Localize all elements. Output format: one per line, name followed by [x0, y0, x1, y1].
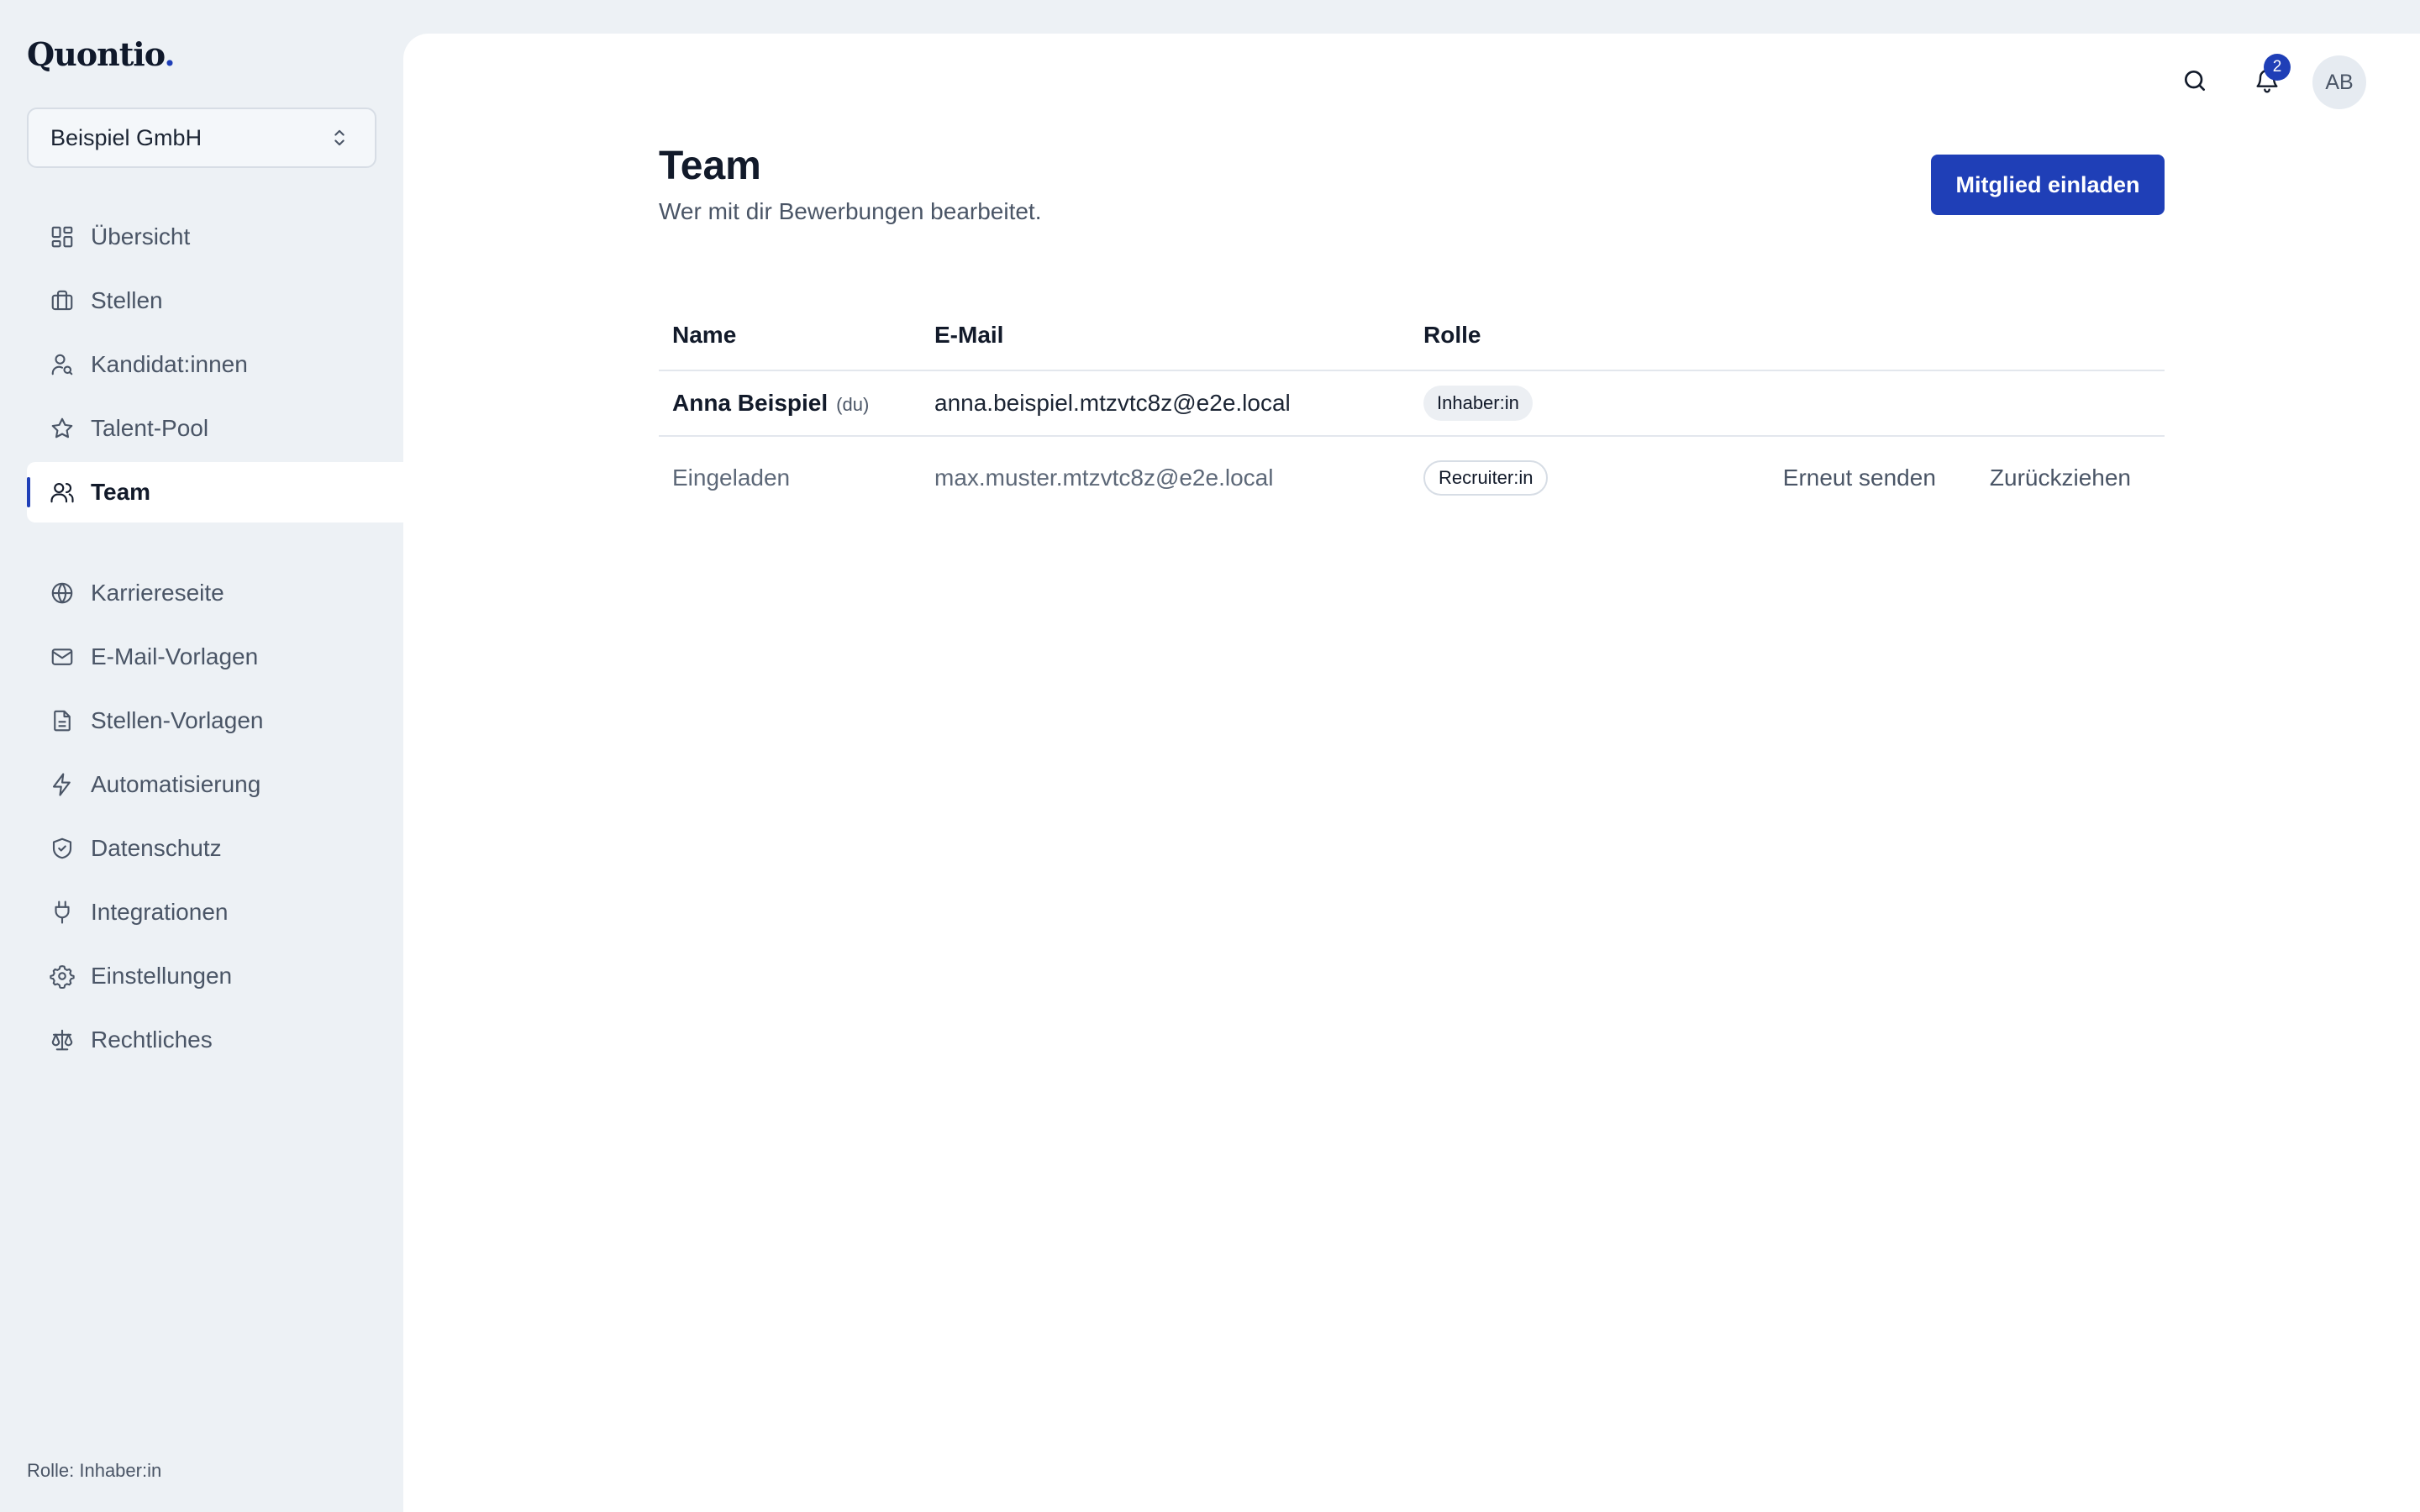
member-email: anna.beispiel.mtzvtc8z@e2e.local	[934, 390, 1291, 416]
sidebar-item-label: Team	[91, 479, 151, 505]
role-badge: Recruiter:in	[1423, 460, 1549, 496]
sidebar-item-email-vorlagen[interactable]: E-Mail-Vorlagen	[27, 627, 403, 687]
org-selector-value: Beispiel GmbH	[50, 124, 203, 150]
sidebar-item-label: Integrationen	[91, 899, 229, 925]
sidebar-item-einstellungen[interactable]: Einstellungen	[27, 946, 403, 1006]
sidebar-item-label: Kandidat:innen	[91, 351, 248, 377]
users-icon	[47, 477, 77, 507]
sidebar-item-label: Automatisierung	[91, 771, 261, 797]
plug-icon	[47, 897, 77, 927]
star-icon	[47, 413, 77, 444]
sidebar-item-label: Stellen-Vorlagen	[91, 707, 264, 733]
sidebar-item-label: E-Mail-Vorlagen	[91, 643, 259, 669]
role-badge: Inhaber:in	[1423, 386, 1533, 421]
invite-role-cell: Recruiter:in	[1423, 460, 1760, 496]
notifications-button[interactable]: 2	[2242, 54, 2292, 106]
notification-count-badge: 2	[2264, 54, 2291, 81]
sidebar-item-team[interactable]: Team	[27, 462, 403, 522]
page-title: Team	[659, 144, 761, 188]
document-icon	[47, 706, 77, 736]
member-name-cell: Anna Beispiel (du)	[659, 390, 934, 417]
user-avatar[interactable]: AB	[2312, 55, 2366, 109]
sidebar-item-uebersicht[interactable]: Übersicht	[27, 207, 403, 267]
briefcase-icon	[47, 286, 77, 316]
invite-member-button[interactable]: Mitglied einladen	[1931, 155, 2165, 215]
table-row: Eingeladen max.muster.mtzvtc8z@e2e.local…	[659, 437, 2165, 519]
invite-email: max.muster.mtzvtc8z@e2e.local	[934, 465, 1274, 491]
sidebar-nav-secondary: Karriereseite E-Mail-Vorlagen Stellen-Vo…	[27, 563, 403, 1074]
table-row: Anna Beispiel (du) anna.beispiel.mtzvtc8z…	[659, 371, 2165, 437]
search-icon	[2185, 71, 2205, 91]
sidebar-item-stellen-vorlagen[interactable]: Stellen-Vorlagen	[27, 690, 403, 751]
invite-status: Eingeladen	[672, 465, 791, 491]
table-header: Name E-Mail Rolle	[659, 301, 2165, 371]
sidebar-item-label: Karriereseite	[91, 580, 224, 606]
member-role-cell: Inhaber:in	[1423, 386, 1760, 421]
page-subtitle: Wer mit dir Bewerbungen bearbeitet.	[659, 198, 1042, 224]
column-header-email[interactable]: E-Mail	[934, 322, 1423, 349]
sidebar-item-label: Datenschutz	[91, 835, 222, 861]
sidebar-role-indicator: Rolle: Inhaber:in	[27, 1460, 162, 1481]
dashboard-grid-icon	[47, 222, 77, 252]
main-content: 2 AB Team Wer mit dir Bewerbungen bearbe…	[403, 34, 2420, 1512]
sidebar-item-label: Übersicht	[91, 223, 191, 249]
sidebar-item-label: Rechtliches	[91, 1026, 213, 1053]
search-button[interactable]	[2170, 55, 2220, 106]
team-table: Name E-Mail Rolle Anna Beispiel (du) anna…	[659, 301, 2165, 519]
current-user-tag: (du)	[836, 394, 870, 415]
sidebar-item-talent-pool[interactable]: Talent-Pool	[27, 398, 403, 459]
revoke-invite-button[interactable]: Zurückziehen	[1990, 465, 2131, 491]
sidebar-item-automatisierung[interactable]: Automatisierung	[27, 754, 403, 815]
sidebar-item-datenschutz[interactable]: Datenschutz	[27, 818, 403, 879]
org-selector[interactable]: Beispiel GmbH	[27, 108, 376, 168]
sidebar-item-label: Talent-Pool	[91, 415, 209, 441]
scale-icon	[47, 1025, 77, 1055]
sidebar-item-stellen[interactable]: Stellen	[27, 270, 403, 331]
sidebar-nav: Übersicht Stellen Kandidat:innen Talent-…	[27, 207, 403, 1074]
sidebar-item-label: Einstellungen	[91, 963, 233, 989]
sidebar-item-integrationen[interactable]: Integrationen	[27, 882, 403, 942]
invite-actions: Erneut senden Zurückziehen	[1760, 465, 2165, 491]
sidebar-item-kandidatinnen[interactable]: Kandidat:innen	[27, 334, 403, 395]
sidebar-item-karriereseite[interactable]: Karriereseite	[27, 563, 403, 623]
gear-icon	[47, 961, 77, 991]
mail-icon	[47, 642, 77, 672]
resend-invite-button[interactable]: Erneut senden	[1783, 465, 1936, 491]
member-name: Anna Beispiel	[672, 390, 829, 416]
app-logo[interactable]: Quontio.	[27, 35, 176, 73]
column-header-role[interactable]: Rolle	[1423, 322, 1760, 349]
user-search-icon	[47, 349, 77, 380]
sidebar-nav-primary: Übersicht Stellen Kandidat:innen Talent-…	[27, 207, 403, 526]
sidebar-item-label: Stellen	[91, 287, 163, 313]
chevron-up-down-icon	[334, 129, 345, 146]
sidebar: Quontio. Beispiel GmbH Übersicht Stellen…	[0, 0, 403, 1512]
shield-check-icon	[47, 833, 77, 864]
lightning-icon	[47, 769, 77, 800]
column-header-name[interactable]: Name	[659, 322, 934, 349]
globe-icon	[47, 578, 77, 608]
sidebar-item-rechtliches[interactable]: Rechtliches	[27, 1010, 403, 1070]
